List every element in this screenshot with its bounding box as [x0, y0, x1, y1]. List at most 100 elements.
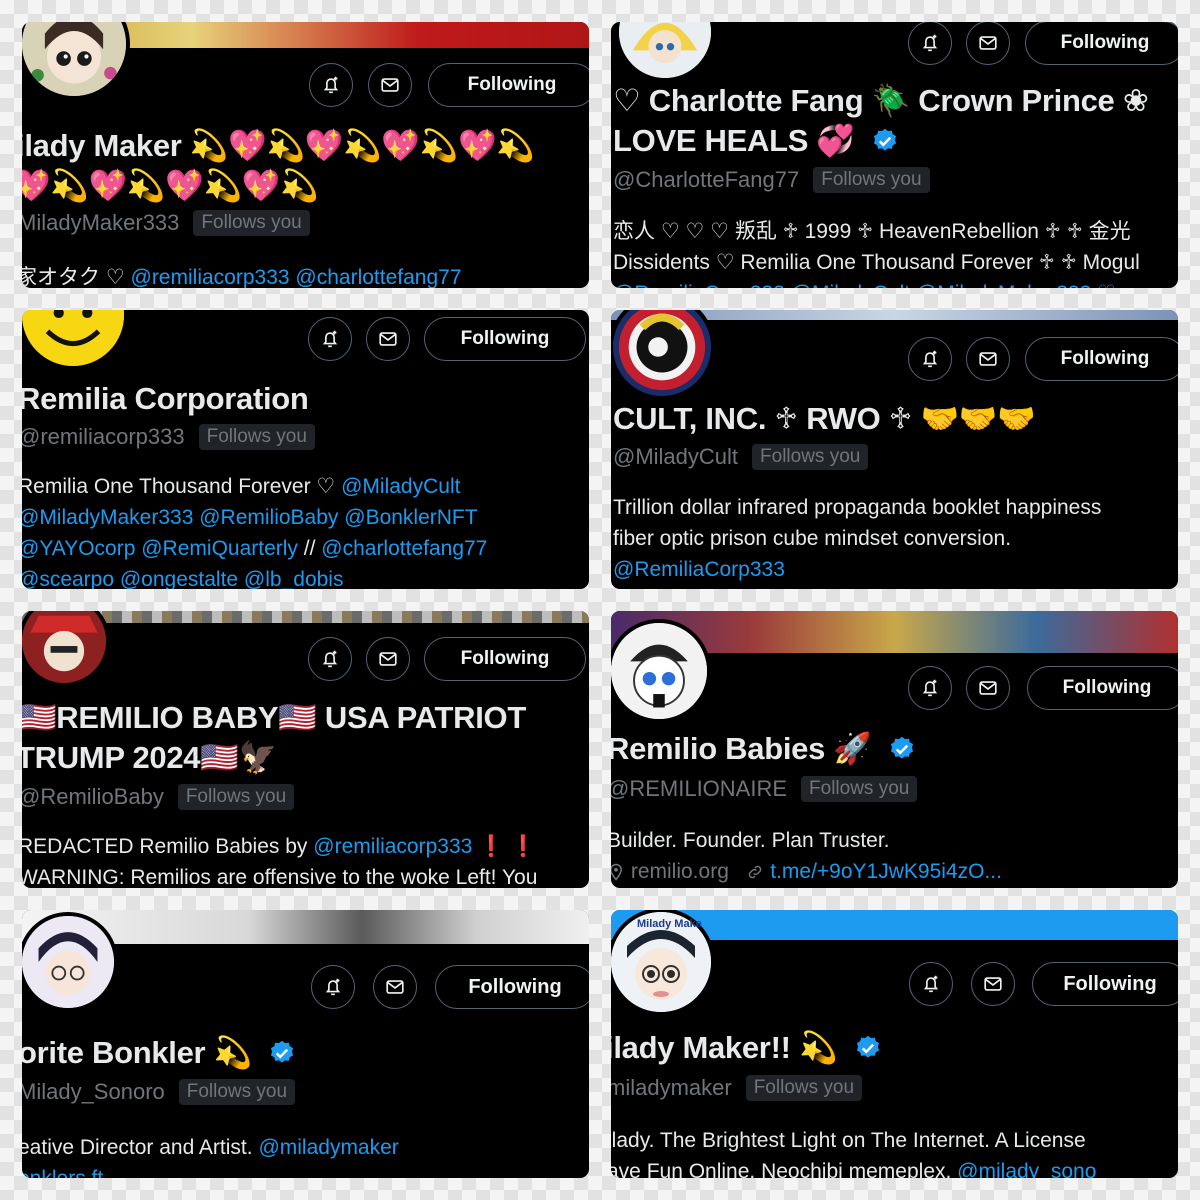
- handle[interactable]: Milady_Sonoro: [22, 1079, 165, 1105]
- following-button[interactable]: Following: [428, 63, 589, 107]
- avatar[interactable]: [22, 611, 110, 687]
- handle[interactable]: @remiliacorp333: [22, 424, 185, 450]
- beetle-emoji: 🪲: [871, 83, 911, 118]
- handle-row: @remiliacorp333 Follows you: [22, 424, 315, 450]
- following-button[interactable]: Following: [424, 637, 586, 681]
- display-name-text-line2: TRUMP 2024🇺🇸🦅: [22, 740, 277, 775]
- bio-links[interactable]: @scearpo @ongestalte @lb_dobis: [22, 564, 487, 589]
- bio-text: eative Director and Artist.: [22, 1136, 259, 1159]
- notify-button[interactable]: [909, 962, 953, 1006]
- bio-link-charlottefang[interactable]: @charlottefang77: [295, 266, 461, 288]
- following-button[interactable]: Following: [1032, 962, 1178, 1006]
- bio-link[interactable]: @miladymaker: [258, 1136, 398, 1159]
- notify-button[interactable]: [308, 317, 352, 361]
- handle[interactable]: @REMILIONAIRE: [611, 776, 787, 802]
- bell-plus-icon: [922, 34, 938, 52]
- display-name: ilady Maker!! 💫: [611, 1028, 882, 1068]
- following-button[interactable]: Following: [424, 317, 586, 361]
- notify-button[interactable]: [908, 666, 952, 710]
- avatar[interactable]: [22, 22, 130, 100]
- handle-row: MiladyMaker333 Follows you: [22, 210, 310, 236]
- bell-plus-icon: [322, 650, 338, 668]
- following-button[interactable]: Following: [435, 965, 589, 1009]
- avatar[interactable]: [22, 310, 128, 370]
- handshake-emoji: 🤝🤝🤝: [920, 401, 1036, 436]
- following-button[interactable]: Following: [1027, 666, 1178, 710]
- bio: Trillion dollar infrared propaganda book…: [613, 492, 1101, 585]
- message-button[interactable]: [966, 337, 1010, 381]
- bell-plus-icon: [922, 679, 938, 697]
- location-pin-icon: [611, 863, 623, 881]
- dizzy-emoji: 💫: [798, 1030, 838, 1065]
- notify-button[interactable]: [308, 637, 352, 681]
- location: remilio.org: [630, 860, 729, 883]
- message-button[interactable]: [366, 317, 410, 361]
- profile-banner: [22, 611, 589, 623]
- message-button[interactable]: [971, 962, 1015, 1006]
- handle-row: @RemilioBaby Follows you: [22, 784, 295, 810]
- message-button[interactable]: [366, 637, 410, 681]
- bio-link-remiliacorp[interactable]: @remiliacorp333: [131, 266, 290, 288]
- envelope-icon: [979, 352, 997, 366]
- bio-line: 恋人 ♡ ♡ ♡ 叛乱 ♱ 1999 ♱ HeavenRebellion ♱ ♱…: [613, 220, 1131, 243]
- profile-card-charlotte-fang: Following ♡ Charlotte Fang 🪲 Crown Princ…: [611, 22, 1178, 288]
- bio-line: @YAYOcorp @RemiQuarterly // @charlottefa…: [22, 533, 487, 564]
- follows-you-badge: Follows you: [813, 167, 930, 193]
- display-name-text: ♡ Charlotte Fang: [613, 83, 872, 118]
- bio: Remilia One Thousand Forever ♡ @MiladyCu…: [22, 471, 487, 589]
- envelope-icon: [379, 652, 397, 666]
- link-icon: [749, 865, 762, 879]
- display-name-text: Remilio Babies: [611, 731, 834, 766]
- bio-line: WARNING: Remilios are offensive to the w…: [22, 866, 538, 888]
- message-button[interactable]: [368, 63, 412, 107]
- banner-caption: Milady Make: [637, 918, 702, 930]
- handle[interactable]: @RemilioBaby: [22, 784, 164, 810]
- avatar[interactable]: [611, 619, 711, 723]
- bio: 恋人 ♡ ♡ ♡ 叛乱 ♱ 1999 ♱ HeavenRebellion ♱ ♱…: [613, 216, 1140, 288]
- following-button[interactable]: Following: [1025, 22, 1178, 65]
- following-button[interactable]: Following: [1025, 337, 1178, 381]
- message-button[interactable]: [966, 22, 1010, 65]
- envelope-icon: [979, 36, 997, 50]
- verified-badge-icon: [856, 1035, 879, 1058]
- profile-card-milady-sonoro: Following orite Bonkler 💫 Milady_Sonoro …: [22, 910, 589, 1178]
- message-button[interactable]: [966, 666, 1010, 710]
- avatar[interactable]: [22, 912, 118, 1012]
- handle[interactable]: @CharlotteFang77: [613, 167, 799, 193]
- display-name: 🇺🇸REMILIO BABY🇺🇸 USA PATRIOT: [22, 698, 526, 738]
- handle-row: @REMILIONAIRE Follows you: [611, 776, 918, 802]
- bio-link[interactable]: @RemiliaCorp333: [613, 554, 1101, 585]
- handle[interactable]: @MiladyCult: [613, 444, 738, 470]
- bio-link[interactable]: @charlottefang77: [321, 537, 487, 560]
- display-name-line2: LOVE HEALS 💞: [613, 121, 899, 161]
- bio-links[interactable]: @YAYOcorp @RemiQuarterly: [22, 537, 298, 560]
- bio-links[interactable]: @MiladyMaker333 @RemilioBaby @BonklerNFT: [22, 502, 487, 533]
- display-name-text-rest: Crown Prince ❀: [909, 83, 1149, 118]
- notify-button[interactable]: [908, 337, 952, 381]
- handle[interactable]: MiladyMaker333: [22, 210, 179, 236]
- envelope-icon: [379, 332, 397, 346]
- message-button[interactable]: [373, 965, 417, 1009]
- website-link[interactable]: t.me/+9oY1JwK95i4zO...: [770, 860, 1002, 883]
- handle[interactable]: miladymaker: [611, 1075, 732, 1101]
- envelope-icon: [381, 78, 399, 92]
- follows-you-badge: Follows you: [198, 424, 315, 450]
- notify-button[interactable]: [309, 63, 353, 107]
- display-name-text-line2: LOVE HEALS 💞: [613, 123, 855, 158]
- avatar[interactable]: [615, 22, 715, 82]
- profile-card-milady-maker-333: Following ilady Maker 💫💖💫💖💫💖💫💖💫 💖💫💖💫💖💫💖💫…: [22, 22, 589, 288]
- display-name-text: orite Bonkler: [22, 1035, 214, 1070]
- avatar[interactable]: [611, 310, 715, 400]
- bio-link[interactable]: onklers.ft: [22, 1163, 399, 1178]
- handle-row: @CharlotteFang77 Follows you: [613, 167, 930, 193]
- notify-button[interactable]: [908, 22, 952, 65]
- envelope-icon: [979, 681, 997, 695]
- bio: REDACTED Remilio Babies by @remiliacorp3…: [22, 831, 537, 888]
- bio-link[interactable]: @MiladyCult: [341, 475, 460, 498]
- bio-link[interactable]: @milady_sono: [957, 1160, 1096, 1178]
- display-name: ilady Maker 💫💖💫💖💫💖💫💖💫: [22, 126, 535, 166]
- bio-link[interactable]: @remiliacorp333: [313, 835, 472, 858]
- notify-button[interactable]: [311, 965, 355, 1009]
- bio-links[interactable]: @RemiliaCorp333 @MiladyCult @MiladyMaker…: [613, 278, 1140, 288]
- follows-you-badge: Follows you: [801, 776, 918, 802]
